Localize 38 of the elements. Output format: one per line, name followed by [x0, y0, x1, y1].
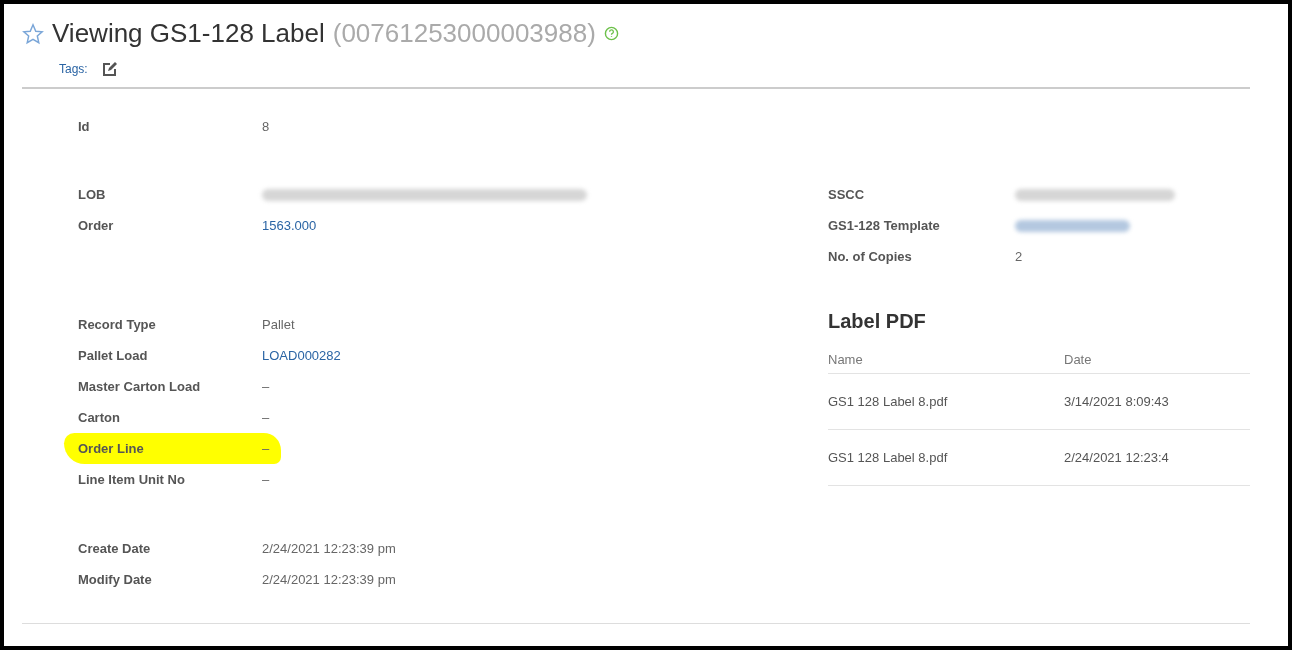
field-label: Carton	[78, 410, 121, 425]
field-value: –	[262, 441, 270, 456]
field-value: 8	[262, 119, 270, 134]
field-label: Create Date	[78, 541, 152, 556]
table-cell-text: GS1 128 Label 8.pdf	[828, 450, 949, 465]
field-label: Record Type	[78, 317, 157, 332]
field-value: 2/24/2021 12:23:39 pm	[262, 572, 396, 587]
field-label: Id	[78, 119, 91, 134]
table-cell-text: 3/14/2021 8:09:43	[1064, 394, 1170, 409]
section-heading: Label PDF	[828, 310, 927, 333]
page-title: Viewing GS1-128 Label	[52, 18, 325, 49]
field-link[interactable]: 1563.000	[262, 218, 317, 233]
edit-icon[interactable]	[101, 61, 118, 77]
field-link[interactable]: LOAD000282	[262, 348, 341, 363]
column-header: Date	[1064, 351, 1093, 367]
field-label: Order	[78, 218, 115, 233]
star-icon[interactable]	[22, 22, 44, 45]
field-value: Pallet	[262, 317, 295, 332]
field-value: 2	[1015, 249, 1023, 264]
tags-label: Tags:	[59, 62, 88, 76]
field-value: –	[262, 410, 270, 425]
field-label: Modify Date	[78, 572, 153, 587]
field-label: Line Item Unit No	[78, 472, 186, 487]
field-value: –	[262, 379, 270, 394]
label-identifier: (00761253000003988)	[332, 18, 596, 49]
help-icon[interactable]	[603, 26, 619, 41]
field-label: Order Line	[78, 441, 145, 456]
field-label: Master Carton Load	[78, 379, 202, 394]
field-label: LOB	[78, 187, 107, 202]
table-cell-text: GS1 128 Label 8.pdf	[828, 394, 949, 409]
field-value: 2/24/2021 12:23:39 pm	[262, 541, 396, 556]
field-label: SSCC	[828, 187, 866, 202]
field-label: Pallet Load	[78, 348, 149, 363]
table-cell-text: 2/24/2021 12:23:4	[1064, 450, 1170, 465]
field-label: GS1-128 Template	[828, 218, 941, 233]
field-label: No. of Copies	[828, 249, 913, 264]
field-value: –	[262, 472, 270, 487]
column-header: Name	[828, 351, 864, 367]
